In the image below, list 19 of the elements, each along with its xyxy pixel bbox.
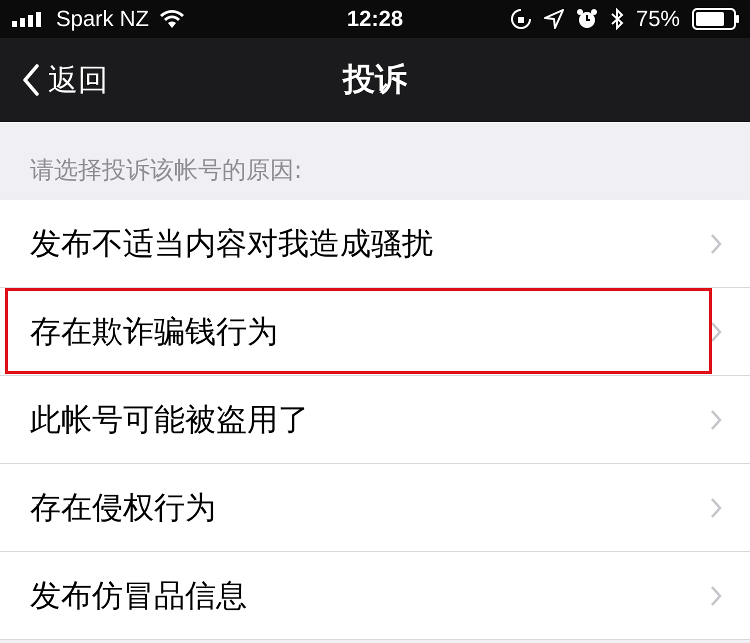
section-header: 请选择投诉该帐号的原因:: [30, 155, 302, 186]
wifi-icon: [158, 9, 185, 29]
chevron-icon: [710, 584, 722, 606]
chevron-icon: [710, 320, 722, 342]
chevron-icon: [710, 232, 722, 254]
back-chevron-icon: [22, 64, 40, 96]
page-title: 投诉: [343, 59, 407, 100]
carrier-name: Spark NZ: [56, 6, 149, 32]
orientation-lock-icon: [510, 8, 532, 30]
chevron-icon: [710, 496, 722, 518]
alarm-icon: [576, 8, 598, 30]
chevron-icon: [710, 408, 722, 430]
battery-icon: [692, 8, 740, 30]
back-button[interactable]: 返回: [0, 60, 108, 100]
bluetooth-icon: [610, 8, 624, 30]
status-time: 12:28: [346, 6, 404, 32]
location-icon: [544, 9, 564, 29]
list-item[interactable]: 存在欺诈骗钱行为: [0, 288, 750, 376]
battery-percent: 75%: [636, 6, 680, 32]
